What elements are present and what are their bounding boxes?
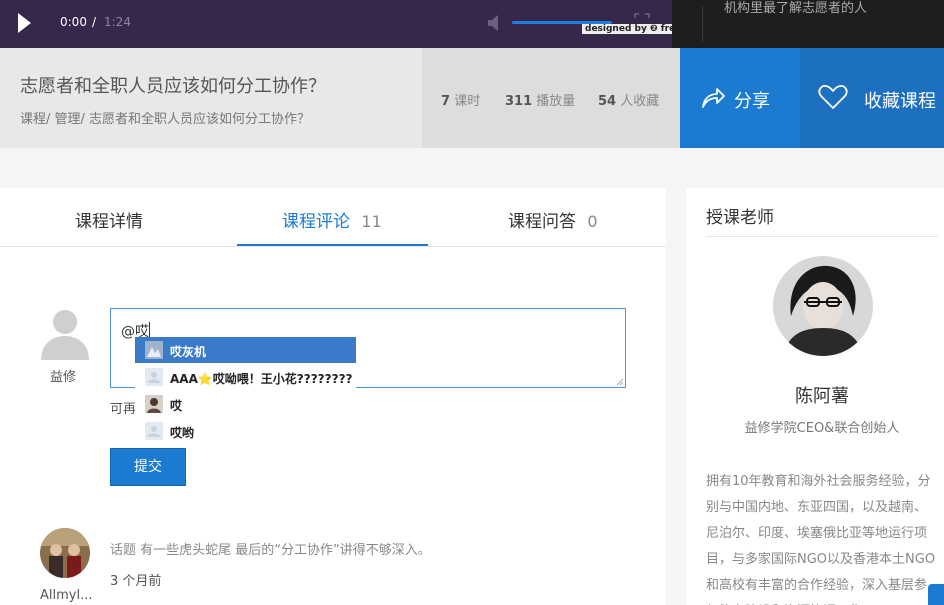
side-divider [702,6,703,42]
current-user-name: 益修 [50,370,77,385]
mention-label: 哎 [170,399,183,413]
submit-button[interactable]: 提交 [110,448,186,486]
comment-hint: 可再 [110,402,137,417]
teacher-heading: 授课老师 [706,208,774,228]
total-time: 1:24 [104,15,131,29]
user-avatar-icon [41,310,89,360]
teacher-bio: 拥有10年教育和海外社会服务经验，分别与中国内地、东亚四国，以及越南、尼泊尔、印… [706,474,936,605]
stat-favorites: 54 人收藏 [598,94,660,109]
volume-icon[interactable] [488,14,500,32]
share-label: 分享 [734,91,770,112]
mention-label: 哎哟 [170,426,195,440]
time-separator: / [92,15,97,29]
mention-dropdown: 哎灰机 AAA⭐哎呦喂！王小花???????? 哎 哎哟 [135,337,356,445]
mention-avatar-icon [145,341,163,359]
current-time: 0:00 [60,15,87,29]
mention-item[interactable]: AAA⭐哎呦喂！王小花???????? [135,364,356,390]
breadcrumb[interactable]: 课程/ 管理/ 志愿者和全职人员应该如何分工协作？ [20,108,310,127]
mention-item[interactable]: 哎哟 [135,418,356,444]
teacher-title: 益修学院CEO&联合创始人 [744,421,900,436]
video-player-bar [0,0,672,48]
course-title: 志愿者和全职人员应该如何分工协作？ [20,76,326,97]
play-icon[interactable] [18,13,31,33]
teacher-divider [706,236,938,237]
resize-grip-icon[interactable] [614,376,624,386]
teacher-photo [773,256,873,356]
teacher-name: 陈阿薯 [795,386,849,407]
favorite-label: 收藏课程 [864,91,936,112]
tab-course-qa[interactable]: 课程问答 0 [508,207,598,232]
mention-avatar-icon [145,368,163,386]
review-text: 话题 有一些虎头蛇尾 最后的“分工协作”讲得不够深入。 [110,543,431,558]
share-icon [702,88,725,108]
mention-item[interactable]: 哎 [135,391,356,417]
qa-count: 0 [587,212,598,231]
course-header [0,48,422,148]
tab-course-comments[interactable]: 课程评论 11 [282,207,382,232]
tab-divider [0,246,666,247]
heart-icon [818,85,848,109]
mention-avatar-icon [145,422,163,440]
stat-plays: 311 播放量 [505,94,576,109]
tab-course-details[interactable]: 课程详情 [75,207,143,232]
mention-item[interactable]: 哎灰机 [135,337,356,363]
review-time: 3 个月前 [110,574,162,589]
mention-avatar-icon [145,395,163,413]
comment-count: 11 [361,212,382,231]
lesson-title-text[interactable]: 机构里最了解志愿者的人 [724,0,924,17]
stat-lessons: 7 课时 [441,94,481,109]
reviewer-avatar-icon[interactable] [40,528,90,578]
mention-label: 哎灰机 [170,345,207,359]
reviewer-name[interactable]: Allmyl... [40,588,92,603]
mention-label: AAA⭐哎呦喂！王小花???????? [170,372,353,386]
floating-action-button[interactable] [928,584,944,605]
